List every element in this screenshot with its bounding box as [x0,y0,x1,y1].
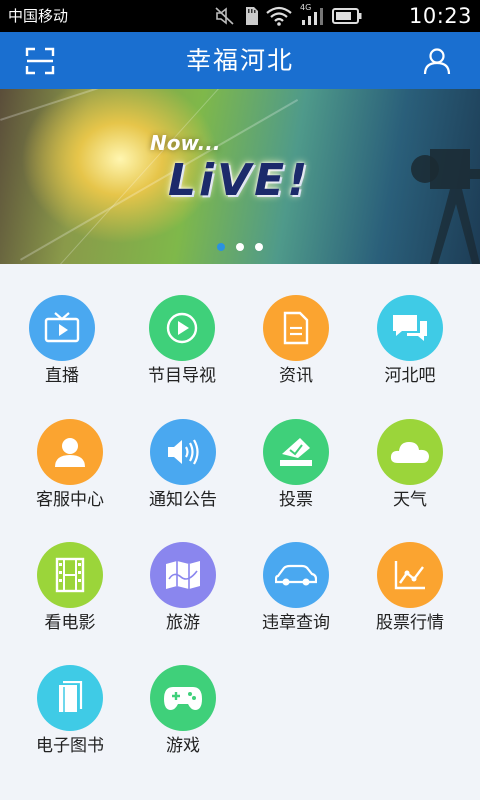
profile-button[interactable] [420,44,454,78]
menu-item-label: 通知公告 [149,490,217,510]
carousel-dot[interactable] [236,243,244,251]
menu-item-games[interactable]: 游戏 [123,634,243,756]
banner-text-now: Now... [150,131,221,155]
film-icon [37,542,103,608]
menu-item-label: 天气 [393,490,427,510]
wifi-icon [266,6,292,26]
tv-icon [29,295,95,361]
gamepad-icon [150,665,216,731]
menu-item-program-guide[interactable]: 节目导视 [122,264,242,386]
user-icon [423,48,451,75]
menu-item-weather[interactable]: 天气 [350,388,470,510]
menu-item-vote[interactable]: 投票 [236,388,356,510]
menu-item-travel[interactable]: 旅游 [123,511,243,633]
carousel-indicator [0,243,480,251]
vote-icon [263,419,329,485]
carousel-dot[interactable] [217,243,225,251]
banner-carousel[interactable]: Now... LiVE! [0,89,480,264]
menu-item-label: 旅游 [166,613,200,633]
book-icon [37,665,103,731]
menu-item-movies[interactable]: 看电影 [10,511,130,633]
menu-item-label: 看电影 [44,613,96,633]
chat-icon [377,295,443,361]
network-type: 4G [300,3,312,12]
cloud-icon [377,419,443,485]
menu-item-live[interactable]: 直播 [2,264,122,386]
title-bar: 幸福河北 [0,32,480,89]
speaker-icon [150,419,216,485]
camera-operator-silhouette [411,149,480,264]
mute-icon [214,6,236,26]
clock: 10:23 [408,4,472,28]
menu-item-traffic-violation[interactable]: 违章查询 [236,511,356,633]
menu-item-ebooks[interactable]: 电子图书 [10,634,130,756]
sd-card-icon [244,7,258,25]
document-icon [263,295,329,361]
menu-item-hebei-forum[interactable]: 河北吧 [350,264,470,386]
banner-text-live: LiVE! [168,155,311,206]
menu-item-label: 节目导视 [148,366,216,386]
page-title: 幸福河北 [185,46,294,75]
menu-item-label: 游戏 [166,736,200,756]
person-icon [37,419,103,485]
menu-item-customer-service[interactable]: 客服中心 [10,388,130,510]
menu-item-label: 直播 [45,366,79,386]
map-icon [150,542,216,608]
menu-item-label: 股票行情 [376,613,444,633]
car-icon [263,542,329,608]
stock-chart-icon [377,542,443,608]
menu-item-stock-market[interactable]: 股票行情 [350,511,470,633]
battery-icon [332,7,362,25]
menu-item-label: 违章查询 [262,613,330,633]
feature-grid: 直播 节目导视 资讯 河北吧 客服中心 通知公告 投票 天气 看电影 旅游 违章… [0,264,480,800]
play-icon [149,295,215,361]
menu-item-announcements[interactable]: 通知公告 [123,388,243,510]
menu-item-label: 投票 [279,490,313,510]
signal-icon: 4G [300,3,324,26]
menu-item-label: 客服中心 [36,490,104,510]
status-bar: 中国移动 4G 10:23 [0,0,480,32]
menu-item-label: 资讯 [279,366,313,386]
status-icons: 4G [214,3,362,28]
menu-item-news[interactable]: 资讯 [236,264,356,386]
menu-item-label: 河北吧 [384,366,436,386]
carousel-dot[interactable] [255,243,263,251]
carrier-name: 中国移动 [8,7,69,25]
menu-item-label: 电子图书 [36,736,104,756]
